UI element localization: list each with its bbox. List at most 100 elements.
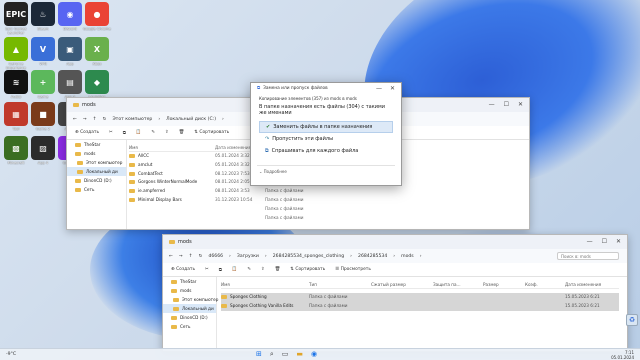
close-icon[interactable]: ✕ [390, 85, 395, 92]
breadcrumb-item[interactable]: 2684285534_sponges_clothing [273, 254, 344, 259]
minimize-icon[interactable]: — [376, 85, 382, 92]
nav-item[interactable]: TheStar [67, 140, 126, 149]
share-icon[interactable]: ⇪ [165, 130, 169, 135]
delete-icon[interactable]: 🗑 [179, 130, 185, 135]
desktop-app-icon[interactable]: ≋ [4, 70, 28, 94]
start-icon[interactable]: ⊞ [256, 350, 262, 359]
sort-button[interactable]: ⇅ Сортировать [194, 130, 229, 135]
nav-item[interactable]: Сеть [67, 185, 126, 194]
column-header[interactable]: Сжатый размер [371, 281, 433, 288]
breadcrumb-item[interactable]: mods [401, 254, 414, 259]
breadcrumb-item[interactable]: d6666 [208, 254, 223, 259]
minimize-icon[interactable]: — [489, 101, 495, 108]
nav-item[interactable]: mods [163, 286, 216, 295]
close-icon[interactable]: ✕ [616, 238, 621, 245]
table-row[interactable]: Папка с файлами [129, 205, 329, 214]
sort-button[interactable]: ⇅ Сортировать [290, 267, 325, 272]
rename-icon[interactable]: ✎ [247, 267, 251, 272]
skip-files-option[interactable]: ↷ Пропустить эти файлы [259, 133, 393, 145]
explorer-window-front[interactable]: mods — ☐ ✕ ← → ↑ ↻ d6666 › Загрузки › 268428… [162, 234, 628, 352]
breadcrumb-item[interactable]: Локальный диск (C:) [166, 117, 216, 122]
view-button[interactable]: ☰ Просмотреть [335, 267, 371, 272]
refresh-icon[interactable]: ↻ [199, 254, 203, 259]
file-explorer-icon[interactable]: ▬ [296, 350, 303, 359]
table-row[interactable]: ie.ampferred 08.01.2024 3:53 Папка с файла… [129, 187, 329, 196]
maximize-icon[interactable]: ☐ [602, 238, 607, 245]
copy-icon[interactable]: ⧉ [219, 267, 222, 273]
nav-item[interactable]: TheStar [163, 277, 216, 286]
desktop-app-icon[interactable]: ▲ [4, 37, 28, 61]
ask-each-file-option[interactable]: ⧉ Спрашивать для каждого файла [259, 145, 393, 157]
cut-icon[interactable]: ✂ [205, 267, 209, 272]
breadcrumb-item[interactable]: Загрузки [237, 254, 259, 259]
nav-item[interactable]: Сеть [163, 322, 216, 331]
column-header[interactable]: Защита па... [433, 281, 483, 288]
table-row[interactable]: Minimal Display Bars 31.12.2023 10:54 Папк… [129, 196, 329, 205]
browser-icon[interactable]: ◉ [311, 350, 317, 359]
details-toggle[interactable]: ⌄ Подробнее [251, 166, 401, 177]
nav-item[interactable]: DinonCD (D:) [67, 176, 126, 185]
desktop-app-icon[interactable]: X [85, 37, 109, 61]
desktop-app-icon[interactable]: ▦ [4, 102, 28, 126]
nav-item[interactable]: Локальный ди [163, 304, 216, 313]
table-row[interactable]: Sponges Clothing Vanilla Edits Папка с фа… [221, 301, 619, 311]
rename-icon[interactable]: ✎ [151, 130, 155, 135]
share-icon[interactable]: ⇪ [261, 267, 265, 272]
table-row[interactable]: Sponges Clothing Папка с файлами 15.05.202… [221, 293, 619, 302]
nav-item[interactable]: Этот компьютер [163, 295, 218, 304]
nav-item[interactable]: DinonCD (D:) [163, 313, 216, 322]
cut-icon[interactable]: ✂ [109, 130, 113, 135]
paste-icon[interactable]: 📋 [232, 267, 237, 272]
close-icon[interactable]: ✕ [518, 101, 523, 108]
up-icon[interactable]: ↑ [189, 254, 193, 259]
desktop-app-icon[interactable]: V [31, 37, 55, 61]
forward-icon[interactable]: → [179, 254, 183, 259]
create-button[interactable]: ⊕ Создать [171, 267, 195, 272]
clock-date[interactable]: 05.01.2024 [611, 355, 634, 360]
replace-files-option[interactable]: ✔ Заменить файлы в папке назначения [259, 121, 393, 133]
desktop-app-icon[interactable]: ♨ [31, 2, 55, 26]
breadcrumb-item[interactable]: 2684285534 [358, 254, 387, 259]
recycle-bin-icon[interactable]: ♻ [626, 314, 638, 326]
desktop-app-icon[interactable]: ▩ [4, 136, 28, 160]
column-header[interactable]: Дата изменения [565, 281, 617, 288]
desktop-app-icon[interactable]: ▤ [58, 70, 82, 94]
desktop-app-icon[interactable]: ▣ [58, 37, 82, 61]
search-icon[interactable]: ⌕ [270, 350, 274, 359]
dialog-titlebar[interactable]: ⧉ Замена или пропуск файлов — ✕ [251, 83, 401, 93]
task-view-icon[interactable]: ▭ [282, 350, 289, 359]
back-icon[interactable]: ← [73, 117, 77, 122]
delete-icon[interactable]: 🗑 [275, 267, 281, 272]
column-header[interactable]: Имя [221, 281, 309, 288]
column-header[interactable]: Коэф. [525, 281, 565, 288]
nav-item[interactable]: Локальный ди [67, 167, 126, 176]
nav-item[interactable]: Этот компьютер [67, 158, 126, 167]
window-titlebar[interactable]: mods — ☐ ✕ [163, 235, 627, 249]
address-bar[interactable]: ← → ↑ ↻ d6666 › Загрузки › 2684285534_sponge… [163, 249, 627, 263]
breadcrumb-item[interactable]: Этот компьютер [112, 117, 152, 122]
desktop-app-icon[interactable]: ◆ [85, 70, 109, 94]
weather-widget[interactable]: -9°C [6, 352, 16, 357]
search-input[interactable]: Поиск в: mods [557, 252, 619, 260]
column-header[interactable]: Размер [483, 281, 525, 288]
nav-item[interactable]: mods [67, 149, 126, 158]
up-icon[interactable]: ↑ [93, 117, 97, 122]
paste-icon[interactable]: 📋 [136, 130, 141, 135]
copy-icon[interactable]: ⧉ [123, 130, 126, 136]
column-header[interactable]: Тип [309, 281, 371, 288]
desktop-app-icon[interactable]: ▨ [31, 136, 55, 160]
maximize-icon[interactable]: ☐ [504, 101, 509, 108]
replace-or-skip-dialog[interactable]: ⧉ Замена или пропуск файлов — ✕ Копирова… [250, 82, 402, 186]
desktop-app-icon[interactable]: ■ [31, 102, 55, 126]
column-name[interactable]: Имя [129, 144, 215, 151]
desktop-app-icon[interactable]: ● [85, 2, 109, 26]
back-icon[interactable]: ← [169, 254, 173, 259]
refresh-icon[interactable]: ↻ [103, 117, 107, 122]
minimize-icon[interactable]: — [587, 238, 593, 245]
desktop-app-icon[interactable]: + [31, 70, 55, 94]
forward-icon[interactable]: → [83, 117, 87, 122]
desktop-app-icon[interactable]: EPIC [4, 2, 28, 26]
desktop-app-icon[interactable]: ◉ [58, 2, 82, 26]
create-button[interactable]: ⊕ Создать [75, 130, 99, 135]
table-row[interactable]: Папка с файлами [129, 214, 329, 223]
